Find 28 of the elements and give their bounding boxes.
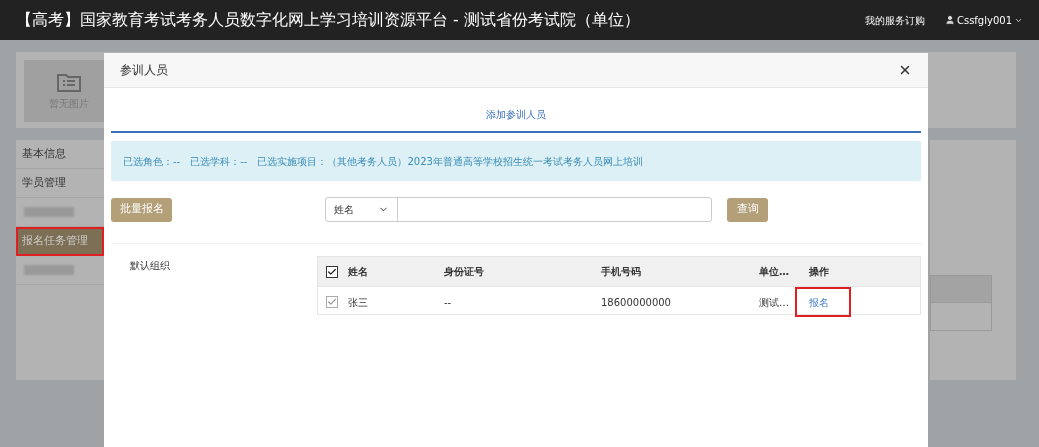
column-header: 身份证号 [444, 265, 485, 279]
column-header: 操作 [809, 265, 830, 279]
table-cell-text: -- [444, 295, 453, 310]
table-cell-text: 张三 [348, 295, 369, 310]
folder-list-icon [57, 71, 81, 92]
table-cell-text: 18600000000 [601, 295, 672, 310]
page-title: 【高考】国家教育考试考务人员数字化网上学习培训资源平台 - 测试省份考试院（单位） [16, 9, 641, 31]
user-icon [944, 15, 955, 25]
checkbox[interactable] [326, 265, 338, 278]
column-header: 姓名 [348, 265, 369, 279]
tab[interactable]: 添加参训人员 [111, 98, 921, 131]
filter-text: 已选角色：-- [123, 154, 181, 169]
blurred-block [24, 207, 74, 217]
search-field[interactable]: 姓名 [325, 197, 712, 222]
filter-text: 已选学科：-- [190, 154, 248, 169]
close-icon[interactable] [898, 63, 912, 77]
column-header: 单位… [759, 265, 790, 279]
enroll-link[interactable]: 报名 [795, 287, 851, 317]
column-header: 手机号码 [601, 265, 642, 279]
field-select[interactable]: 姓名 [326, 198, 398, 221]
user-menu[interactable]: Cssfgly001 [956, 12, 1012, 28]
nav-link[interactable]: 我的服务订购 [864, 12, 925, 28]
blurred-block [24, 265, 74, 275]
checkbox[interactable] [326, 296, 338, 308]
tree-node[interactable]: 默认组织 [130, 258, 317, 273]
modal-title: 参训人员 [120, 62, 169, 79]
filter-text: 已选实施项目：（其他考务人员）2023年普通高等学校招生统一考试考务人员网上培训 [257, 154, 643, 169]
table-cell-text: 测试… [759, 295, 790, 310]
